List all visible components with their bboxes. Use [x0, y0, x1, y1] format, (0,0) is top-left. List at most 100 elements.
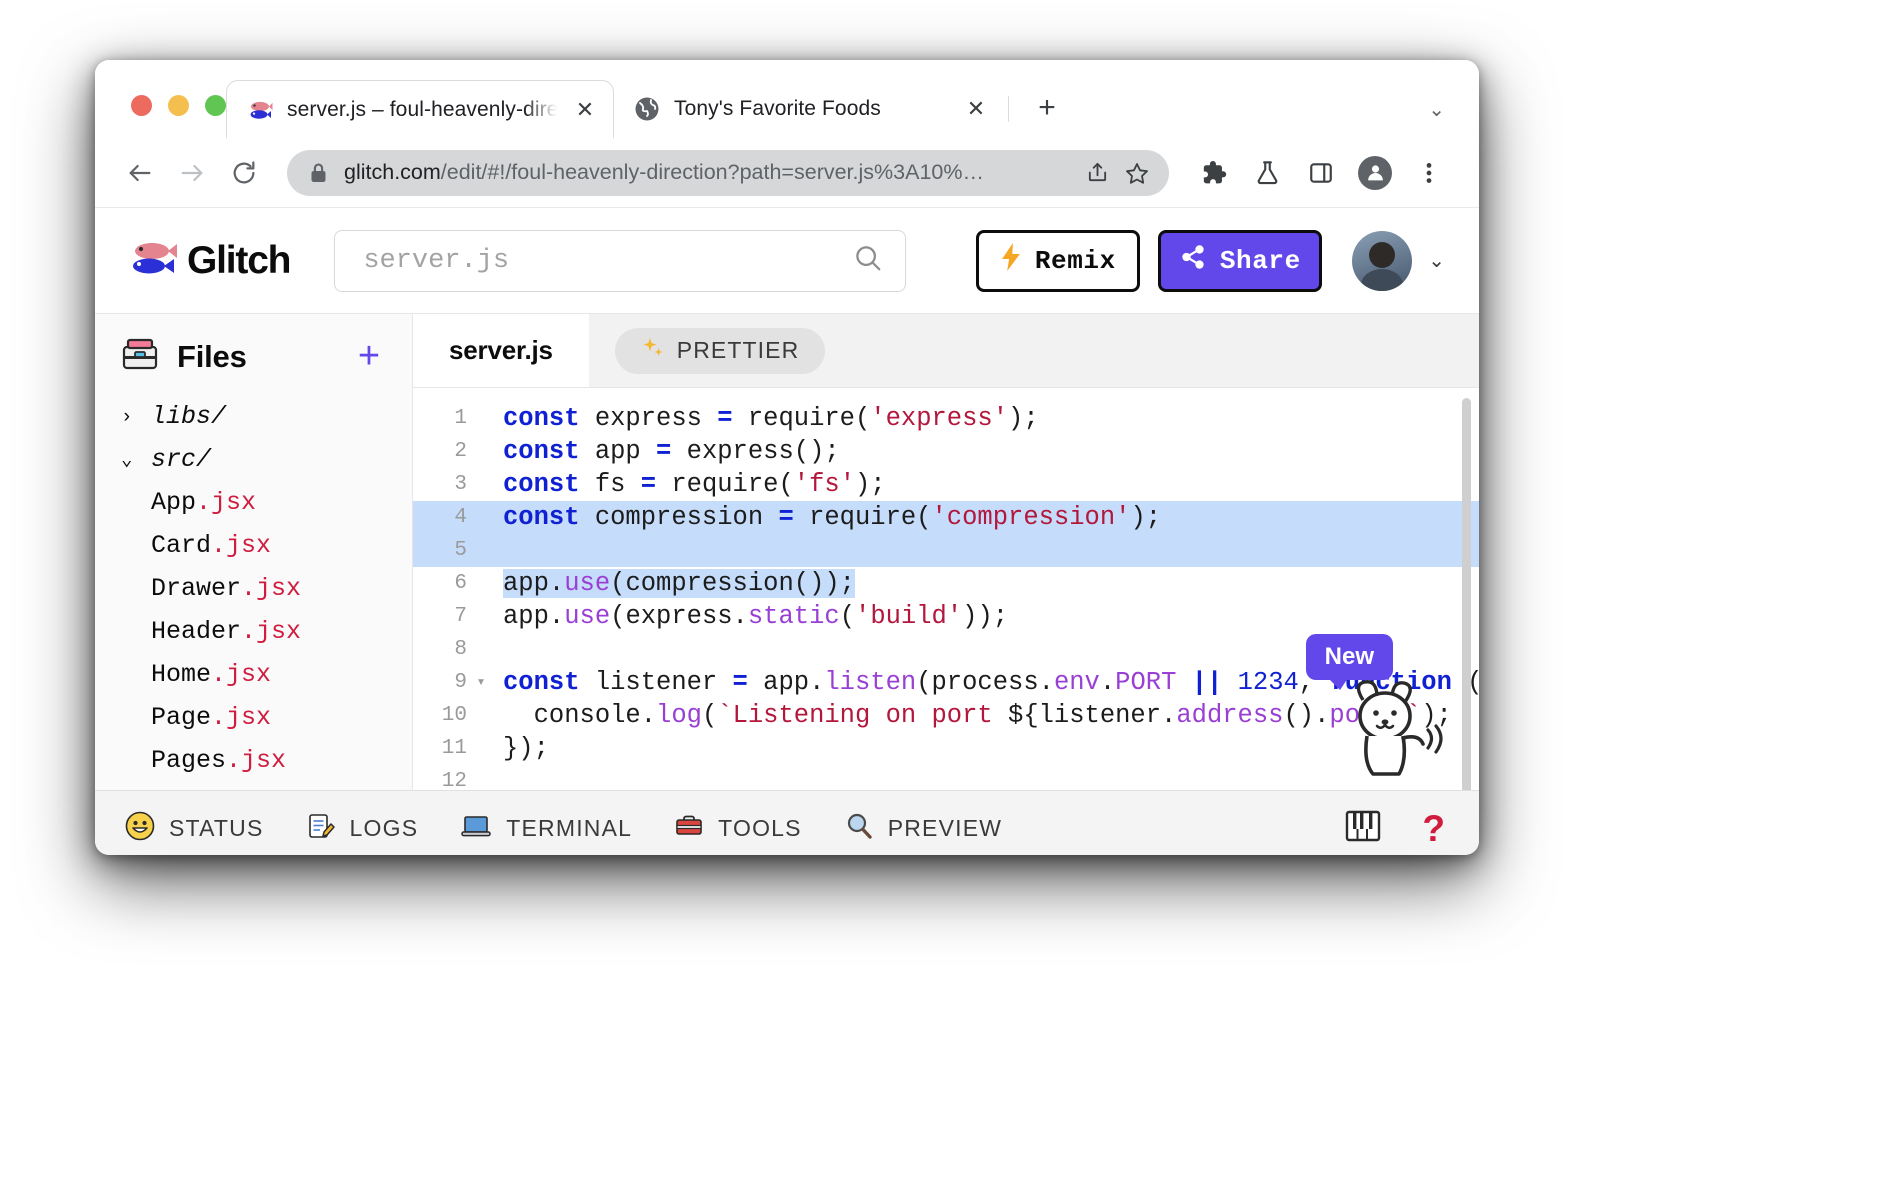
- files-drawer-icon: [121, 336, 159, 377]
- folder-label: src/: [151, 445, 212, 474]
- memo-icon: [306, 811, 336, 847]
- project-search-input[interactable]: server.js: [334, 229, 907, 292]
- side-panel-icon[interactable]: [1297, 149, 1345, 197]
- waving-dog-icon[interactable]: [1333, 672, 1445, 784]
- logs-label: LOGS: [349, 815, 419, 841]
- back-icon[interactable]: [117, 150, 163, 196]
- terminal-label: TERMINAL: [506, 815, 633, 841]
- file-basename: Header: [151, 617, 242, 646]
- prettier-button[interactable]: PRETTIER: [614, 327, 826, 374]
- browser-tab-title: server.js – foul-heavenly-direct: [287, 97, 557, 121]
- app-body: Files + › libs/ ⌄ src/ App .jsx Card .jsx: [95, 314, 1479, 790]
- editor-tab-server-js[interactable]: server.js: [413, 314, 589, 387]
- code-editor-panel: server.js PRETTIER 1 const express = req…: [413, 314, 1479, 790]
- share-icon[interactable]: [1077, 153, 1117, 193]
- browser-window: server.js – foul-heavenly-direct ✕ Tony'…: [95, 60, 1479, 855]
- add-file-button[interactable]: +: [352, 337, 386, 374]
- browser-toolbar: glitch.com/edit/#!/foul-heavenly-directi…: [95, 138, 1479, 208]
- glitch-app-header: Glitch server.js Remix Share ⌄: [95, 208, 1479, 314]
- line-number: 7: [454, 605, 467, 628]
- magnifying-glass-icon: [844, 811, 874, 847]
- file-item-header[interactable]: Header .jsx: [95, 610, 412, 653]
- file-item-drawer[interactable]: Drawer .jsx: [95, 567, 412, 610]
- avatar[interactable]: [1352, 230, 1413, 291]
- help-button[interactable]: ?: [1422, 808, 1445, 850]
- profile-icon[interactable]: [1351, 149, 1399, 197]
- close-window-button[interactable]: [131, 95, 152, 116]
- file-extension: .jsx: [241, 617, 302, 646]
- files-sidebar: Files + › libs/ ⌄ src/ App .jsx Card .jsx: [95, 314, 413, 790]
- grinning-face-icon: [125, 811, 155, 847]
- glitch-logo[interactable]: Glitch: [127, 238, 292, 283]
- forward-icon[interactable]: [169, 150, 215, 196]
- tools-button[interactable]: TOOLS: [674, 811, 802, 847]
- file-item-page[interactable]: Page .jsx: [95, 696, 412, 739]
- new-tab-button[interactable]: +: [1025, 86, 1069, 130]
- share-button[interactable]: Share: [1158, 229, 1323, 292]
- close-icon[interactable]: ✕: [962, 95, 990, 123]
- preview-label: PREVIEW: [887, 815, 1003, 841]
- user-menu[interactable]: ⌄: [1352, 230, 1445, 291]
- preview-button[interactable]: PREVIEW: [844, 811, 1002, 847]
- file-list: › libs/ ⌄ src/ App .jsx Card .jsx Drawer .j…: [95, 377, 412, 782]
- glitch-wordmark: Glitch: [187, 238, 292, 282]
- close-icon[interactable]: ✕: [571, 96, 599, 124]
- project-name-text: server.js: [363, 245, 510, 276]
- file-basename: Card: [151, 531, 212, 560]
- line-number: 8: [454, 638, 467, 661]
- search-icon[interactable]: [853, 243, 883, 278]
- prettier-label: PRETTIER: [676, 337, 800, 363]
- chevron-down-icon[interactable]: ⌄: [1428, 97, 1445, 122]
- line-number: 3: [454, 473, 467, 496]
- extensions-icon[interactable]: [1189, 149, 1237, 197]
- tools-label: TOOLS: [718, 815, 802, 841]
- status-bar-right: ?: [1344, 808, 1445, 850]
- code-line: 7 app.use(express.static('build'));: [413, 600, 1479, 633]
- file-extension: .jsx: [211, 660, 272, 689]
- chevron-down-icon[interactable]: ⌄: [1428, 248, 1445, 273]
- browser-tab-tonys-favorite-foods[interactable]: Tony's Favorite Foods ✕: [614, 80, 1004, 138]
- remix-button[interactable]: Remix: [976, 229, 1141, 292]
- url-bar[interactable]: glitch.com/edit/#!/foul-heavenly-directi…: [287, 149, 1169, 196]
- code-text: const express = require('express');: [503, 404, 1039, 433]
- menu-icon[interactable]: [1405, 149, 1453, 197]
- code-text: console.log(`Listening on port ${listene…: [503, 701, 1452, 730]
- avatar: [1358, 155, 1392, 190]
- minimize-window-button[interactable]: [168, 95, 189, 116]
- line-number: 10: [441, 704, 467, 727]
- browser-tab-strip: server.js – foul-heavenly-direct ✕ Tony'…: [95, 60, 1479, 138]
- share-nodes-icon: [1180, 244, 1206, 278]
- folder-item-libs[interactable]: › libs/: [95, 395, 412, 438]
- folder-item-src[interactable]: ⌄ src/: [95, 438, 412, 481]
- browser-tab-server-js[interactable]: server.js – foul-heavenly-direct ✕: [226, 80, 614, 138]
- file-item-home[interactable]: Home .jsx: [95, 653, 412, 696]
- code-line-selected: 5: [413, 534, 1479, 567]
- code-line: 10 console.log(`Listening on port ${list…: [413, 699, 1479, 732]
- code-area[interactable]: 1 const express = require('express'); 2 …: [413, 388, 1479, 790]
- maximize-window-button[interactable]: [205, 95, 226, 116]
- line-number: 2: [454, 440, 467, 463]
- terminal-button[interactable]: TERMINAL: [460, 811, 632, 847]
- logs-button[interactable]: LOGS: [306, 811, 419, 847]
- file-item-card[interactable]: Card .jsx: [95, 524, 412, 567]
- file-item-pages[interactable]: Pages .jsx: [95, 739, 412, 782]
- header-actions: Remix Share: [976, 229, 1323, 292]
- editor-tab-bar: server.js PRETTIER: [413, 314, 1479, 388]
- code-scrollbar[interactable]: [1462, 398, 1471, 790]
- browser-tab-title: Tony's Favorite Foods: [674, 97, 881, 120]
- status-bar: STATUS LOGS TERMINAL TOOLS PREVIEW ?: [95, 790, 1479, 855]
- file-basename: Pages: [151, 746, 227, 775]
- reload-icon[interactable]: [221, 150, 267, 196]
- status-button[interactable]: STATUS: [125, 811, 264, 847]
- sparkles-icon: [641, 336, 665, 366]
- labs-icon[interactable]: [1243, 149, 1291, 197]
- file-basename: Drawer: [151, 574, 242, 603]
- piano-keys-icon[interactable]: [1344, 808, 1382, 849]
- file-basename: Page: [151, 703, 212, 732]
- file-item-app[interactable]: App .jsx: [95, 481, 412, 524]
- line-number: 1: [454, 407, 467, 430]
- fold-toggle-icon[interactable]: ▾: [473, 666, 489, 699]
- code-line-selected: 4 const compression = require('compressi…: [413, 501, 1479, 534]
- star-icon[interactable]: [1117, 153, 1157, 193]
- code-text: app.use(compression());: [503, 569, 855, 598]
